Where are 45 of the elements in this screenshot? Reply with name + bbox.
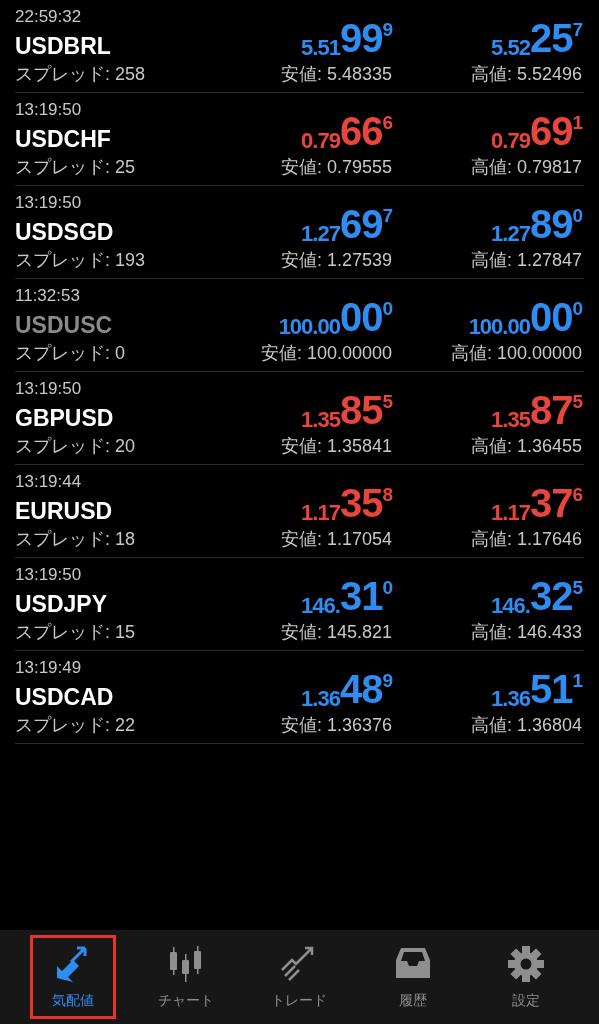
spread-label: スプレッド: 15 [15, 621, 137, 643]
low-price: 安値: 1.17054 [280, 528, 392, 550]
low-price: 安値: 1.27539 [280, 249, 392, 271]
symbol-name[interactable]: EURUSD [15, 496, 202, 526]
low-price: 安値: 5.48335 [280, 63, 392, 85]
quote-time: 22:59:32 [15, 7, 83, 27]
tab[interactable]: チャート [143, 935, 230, 1019]
low-price: 安値: 1.35841 [280, 435, 392, 457]
tab[interactable]: 設定 [483, 935, 570, 1019]
tab[interactable]: トレード [256, 935, 343, 1019]
quote-time: 13:19:50 [15, 193, 83, 213]
high-price: 高値: 5.52496 [470, 63, 582, 85]
quote-time: 13:19:49 [15, 658, 83, 678]
low-price: 安値: 0.79555 [280, 156, 392, 178]
quote-time: 13:19:50 [15, 565, 83, 585]
symbol-name[interactable]: USDJPY [15, 589, 202, 619]
tab[interactable]: 気配値 [29, 935, 116, 1019]
high-price: 高値: 1.36804 [470, 714, 582, 736]
symbol-name[interactable]: USDBRL [15, 31, 202, 61]
symbol-name[interactable]: USDSGD [15, 217, 202, 247]
quote-time: 13:19:50 [15, 100, 83, 120]
high-price: 高値: 0.79817 [470, 156, 582, 178]
spread-label: スプレッド: 18 [15, 528, 137, 550]
spread-label: スプレッド: 258 [15, 63, 147, 85]
settings-icon [506, 944, 547, 984]
spread-label: スプレッド: 0 [15, 342, 126, 364]
spread-label: スプレッド: 20 [15, 435, 137, 457]
symbol-name[interactable]: USDCAD [15, 682, 202, 712]
low-price: 安値: 1.36376 [280, 714, 392, 736]
high-price: 高値: 1.27847 [470, 249, 582, 271]
symbol-name[interactable]: USDCHF [15, 124, 202, 154]
quote-time: 13:19:44 [15, 472, 83, 492]
tab[interactable]: 履歴 [369, 935, 456, 1019]
high-price: 高値: 1.36455 [470, 435, 582, 457]
quote-time: 11:32:53 [15, 286, 81, 306]
spread-label: スプレッド: 25 [15, 156, 137, 178]
high-price: 高値: 100.00000 [450, 342, 582, 364]
high-price: 高値: 1.17646 [470, 528, 582, 550]
spread-label: スプレッド: 22 [15, 714, 137, 736]
spread-label: スプレッド: 193 [15, 249, 147, 271]
low-price: 安値: 145.821 [280, 621, 392, 643]
low-price: 安値: 100.00000 [260, 342, 392, 364]
symbol-name[interactable]: GBPUSD [15, 403, 202, 433]
high-price: 高値: 146.433 [470, 621, 582, 643]
quote-time: 13:19:50 [15, 379, 83, 399]
